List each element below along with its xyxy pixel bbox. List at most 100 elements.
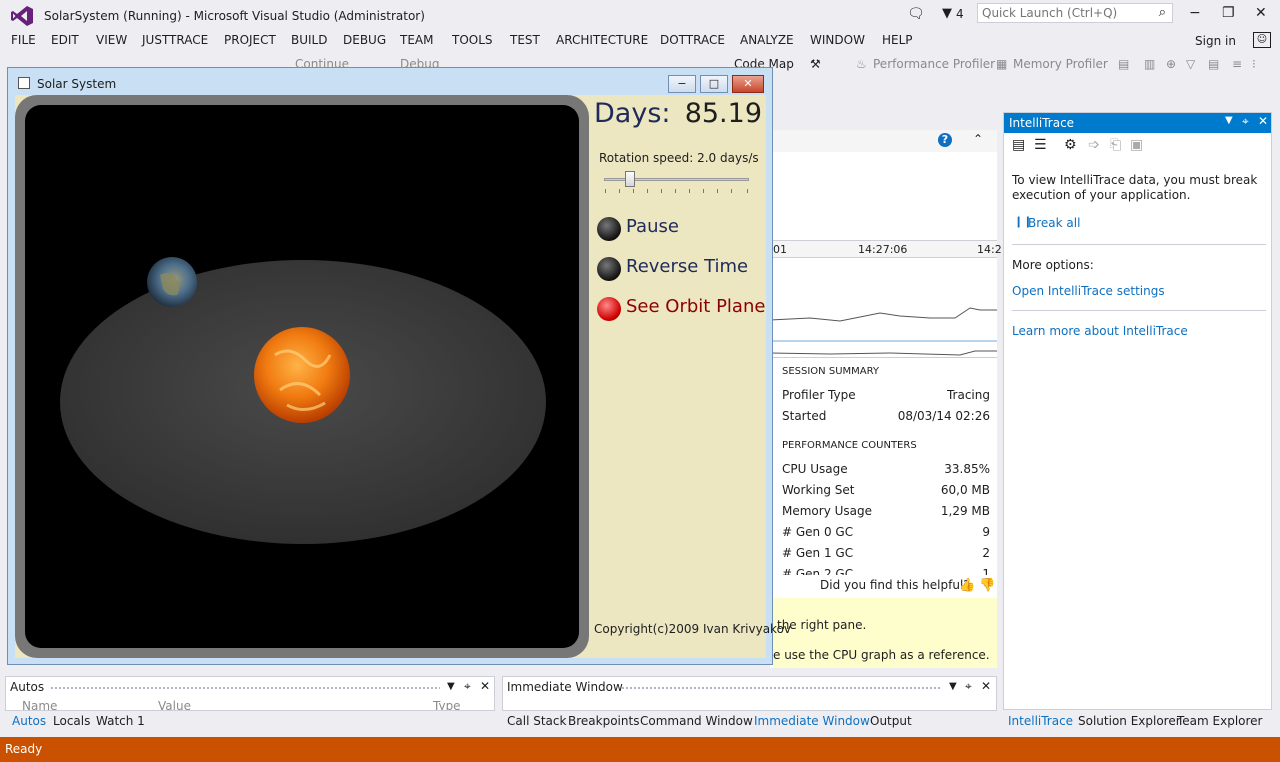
3d-viewport[interactable] — [25, 105, 579, 648]
cpu-graph — [770, 258, 997, 358]
forward-icon[interactable]: ➩ — [1088, 137, 1100, 153]
tab-command-window[interactable]: Command Window — [640, 714, 753, 728]
see-orbit-plane-toggle[interactable]: See Orbit Plane — [594, 294, 765, 324]
panel-grip[interactable] — [50, 686, 440, 690]
learn-more-link[interactable]: Learn more about IntelliTrace — [1012, 324, 1188, 338]
menu-justtrace[interactable]: JUSTTRACE — [142, 33, 208, 47]
dropdown-icon[interactable]: ▼ — [949, 681, 957, 692]
close-panel-icon[interactable]: ✕ — [981, 679, 991, 693]
counter-value: 1,29 MB — [940, 504, 990, 518]
pause-indicator-icon[interactable] — [597, 217, 621, 241]
menu-test[interactable]: TEST — [510, 33, 540, 47]
flame-icon[interactable]: ♨ — [856, 57, 867, 71]
quick-launch-box[interactable]: ⌕ — [977, 3, 1173, 23]
search-icon[interactable]: ⌕ — [1159, 5, 1166, 20]
menu-window[interactable]: WINDOW — [810, 33, 865, 47]
tab-immediate-window[interactable]: Immediate Window — [754, 714, 870, 728]
globe-icon[interactable]: ⊕ — [1166, 57, 1176, 71]
quick-launch-input[interactable] — [978, 4, 1152, 22]
restore-icon[interactable]: ❐ — [1222, 5, 1235, 21]
tab-watch1[interactable]: Watch 1 — [96, 714, 145, 728]
slider-tick — [731, 189, 732, 193]
help-icon[interactable]: ? — [938, 133, 952, 147]
column-header[interactable]: Name — [22, 699, 57, 710]
filter-toolbar-icon[interactable]: ▽ — [1186, 57, 1195, 71]
toolbar-overflow-icon[interactable]: ⁝ — [1252, 57, 1256, 71]
toolbar-icon-3[interactable]: ▤ — [1208, 57, 1219, 71]
close-panel-icon[interactable]: ✕ — [480, 679, 490, 693]
memory-profiler-button[interactable]: Memory Profiler — [1013, 57, 1108, 71]
menu-build[interactable]: BUILD — [291, 33, 327, 47]
events-view-icon[interactable]: ▤ — [1012, 137, 1025, 153]
toolbar-icon-2[interactable]: ▥ — [1144, 57, 1155, 71]
slider-tick — [605, 189, 606, 193]
tab-breakpoints[interactable]: Breakpoints — [568, 714, 639, 728]
slider-thumb[interactable] — [625, 171, 636, 187]
tab-output[interactable]: Output — [870, 714, 912, 728]
thumbs-up-icon[interactable]: 👍 — [959, 578, 975, 593]
solar-system-window: Solar System − □ ✕ Days: 85.19 Rotation … — [7, 67, 791, 665]
menu-dottrace[interactable]: DOTTRACE — [660, 33, 725, 47]
menu-debug[interactable]: DEBUG — [343, 33, 386, 47]
feedback-icon[interactable]: ☺ — [1253, 32, 1271, 48]
reverse-time-label[interactable]: Reverse Time — [626, 256, 748, 277]
build-tools-icon[interactable]: ⚒ — [810, 57, 821, 71]
toolbar-icon-1[interactable]: ▤ — [1118, 57, 1129, 71]
thumbs-down-icon[interactable]: 👎 — [979, 578, 995, 593]
settings-icon[interactable]: ⚙ — [1064, 137, 1077, 153]
minimize-button[interactable]: − — [668, 75, 696, 93]
sign-in-link[interactable]: Sign in — [1195, 34, 1236, 48]
break-all-link[interactable]: Break all — [1028, 216, 1080, 230]
panel-grip[interactable] — [621, 686, 941, 690]
performance-profiler-button[interactable]: Performance Profiler — [873, 57, 995, 71]
column-header[interactable]: Type — [433, 699, 461, 710]
close-icon[interactable]: ✕ — [1255, 5, 1267, 21]
tab-autos[interactable]: Autos — [12, 714, 46, 728]
dropdown-icon[interactable]: ▼ — [447, 681, 455, 692]
menu-architecture[interactable]: ARCHITECTURE — [556, 33, 648, 47]
status-text: Ready — [5, 742, 43, 756]
pause-label[interactable]: Pause — [626, 216, 679, 237]
collapse-icon[interactable]: ⌃ — [973, 132, 983, 146]
maximize-button[interactable]: □ — [700, 75, 728, 93]
menu-team[interactable]: TEAM — [400, 33, 433, 47]
toolbar-icon-4[interactable]: ≡ — [1232, 57, 1242, 71]
rotation-speed-label: Rotation speed: 2.0 days/s — [599, 151, 759, 165]
notification-icon[interactable]: 🗨 — [907, 6, 925, 22]
filter-icon[interactable]: ▼ — [942, 6, 952, 21]
pin-icon[interactable]: ⌖ — [965, 679, 972, 694]
menu-file[interactable]: FILE — [11, 33, 36, 47]
pin-icon[interactable]: ⌖ — [464, 679, 471, 694]
timeline-ruler: 01 14:27:06 14:2 — [770, 240, 1002, 258]
reverse-indicator-icon[interactable] — [597, 257, 621, 281]
open-settings-link[interactable]: Open IntelliTrace settings — [1012, 284, 1165, 298]
visual-studio-logo-icon — [11, 6, 33, 26]
menu-analyze[interactable]: ANALYZE — [740, 33, 794, 47]
save-icon[interactable]: ▣ — [1130, 137, 1143, 153]
menu-edit[interactable]: EDIT — [51, 33, 79, 47]
close-panel-icon[interactable]: ✕ — [1258, 114, 1268, 128]
see-orbit-plane-label[interactable]: See Orbit Plane — [626, 296, 765, 317]
calls-view-icon[interactable]: ☰ — [1034, 137, 1047, 153]
title-bar: SolarSystem (Running) - Microsoft Visual… — [0, 0, 1280, 30]
tab-call-stack[interactable]: Call Stack — [507, 714, 566, 728]
menu-help[interactable]: HELP — [882, 33, 913, 47]
column-header[interactable]: Value — [158, 699, 191, 710]
tab-intellitrace[interactable]: IntelliTrace — [1008, 714, 1073, 728]
menu-tools[interactable]: TOOLS — [452, 33, 493, 47]
minimize-icon[interactable]: − — [1189, 5, 1201, 21]
tab-solution-explorer[interactable]: Solution Explorer — [1078, 714, 1181, 728]
dropdown-icon[interactable]: ▼ — [1225, 115, 1233, 126]
autos-tabs: Autos Locals Watch 1 — [5, 711, 495, 733]
pin-icon[interactable]: ⌖ — [1242, 114, 1249, 129]
close-button[interactable]: ✕ — [732, 75, 764, 93]
tab-team-explorer[interactable]: Team Explorer — [1177, 714, 1263, 728]
pause-toggle[interactable]: Pause — [594, 214, 764, 244]
reverse-time-toggle[interactable]: Reverse Time — [594, 254, 764, 284]
memory-icon[interactable]: ▦ — [996, 57, 1007, 71]
menu-view[interactable]: VIEW — [96, 33, 127, 47]
export-icon[interactable]: ⎗ — [1110, 137, 1121, 153]
orbit-indicator-icon[interactable] — [597, 297, 621, 321]
menu-project[interactable]: PROJECT — [224, 33, 276, 47]
tab-locals[interactable]: Locals — [53, 714, 90, 728]
